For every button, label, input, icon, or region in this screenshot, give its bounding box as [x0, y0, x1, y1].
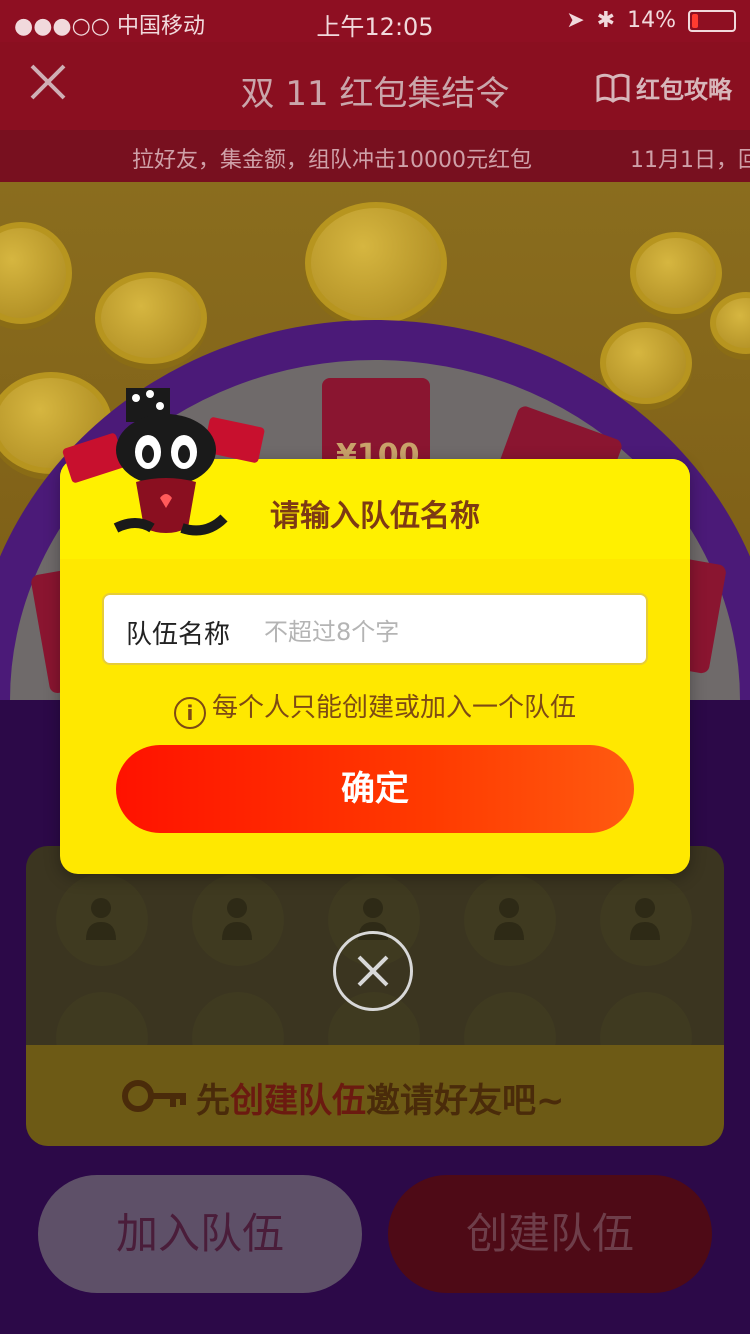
location-icon: ➤ — [566, 8, 585, 33]
dialog-notice: i 每个人只能创建或加入一个队伍 — [60, 687, 690, 729]
add-member-icon — [630, 898, 660, 940]
notice-text: 每个人只能创建或加入一个队伍 — [211, 693, 576, 723]
coin-decoration — [710, 292, 750, 354]
team-name-label: 队伍名称 — [126, 620, 231, 650]
create-team-button[interactable]: 创建队伍 — [388, 1175, 712, 1293]
status-right: ➤ ✱ 14% — [566, 8, 736, 33]
add-member-icon — [86, 898, 116, 940]
coin-decoration — [305, 202, 447, 324]
team-name-input[interactable] — [262, 611, 626, 653]
coin-decoration — [630, 232, 722, 314]
battery-icon — [688, 9, 736, 32]
coin-decoration — [0, 222, 72, 324]
info-icon: i — [173, 697, 206, 729]
battery-percent: 14% — [627, 8, 676, 33]
team-banner: 先创建队伍邀请好友吧~ — [26, 1045, 724, 1146]
guide-link[interactable]: 红包攻略 — [596, 70, 732, 105]
book-icon — [596, 73, 630, 103]
key-icon — [122, 1080, 186, 1112]
dialog-close-button[interactable] — [333, 931, 413, 1011]
member-slot[interactable] — [56, 874, 148, 966]
status-bar: ●●●○○ 中国移动 上午12:05 ➤ ✱ 14% — [0, 0, 750, 42]
guide-label: 红包攻略 — [636, 76, 732, 104]
add-member-icon — [222, 898, 252, 940]
member-slot[interactable] — [600, 874, 692, 966]
member-slot[interactable] — [192, 874, 284, 966]
battery-level — [692, 13, 698, 28]
team-name-field[interactable]: 队伍名称 — [102, 593, 648, 665]
ticker-text-next: 11月1日，回 — [630, 148, 750, 173]
tmall-cat-mascot-icon — [62, 388, 265, 536]
marquee-ticker: 拉好友，集金额，组队冲击10000元红包 11月1日，回 — [0, 130, 750, 182]
join-team-button[interactable]: 加入队伍 — [38, 1175, 362, 1293]
nav-bar: 双 11 红包集结令 红包攻略 — [0, 42, 750, 130]
member-slot[interactable] — [464, 874, 556, 966]
team-hint: 先创建队伍邀请好友吧~ — [196, 1073, 565, 1122]
close-icon — [357, 955, 389, 987]
coin-decoration — [600, 322, 692, 404]
confirm-button[interactable]: 确定 — [116, 745, 634, 833]
bluetooth-icon: ✱ — [596, 8, 616, 33]
team-hint-prefix: 先 — [196, 1081, 230, 1121]
ticker-text: 拉好友，集金额，组队冲击10000元红包 — [132, 148, 532, 173]
team-hint-suffix: 邀请好友吧~ — [366, 1081, 565, 1121]
coin-decoration — [95, 272, 207, 364]
team-hint-highlight: 创建队伍 — [230, 1081, 366, 1121]
add-member-icon — [494, 898, 524, 940]
